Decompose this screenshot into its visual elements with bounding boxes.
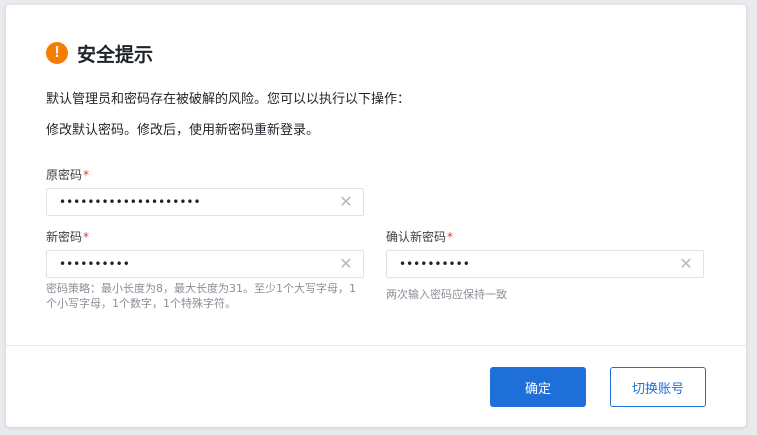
password-policy-hint: 密码策略：最小长度为8，最大长度为31。至少1个大写字母，1个小写字母，1个数字…	[46, 282, 356, 310]
warning-icon: !	[46, 42, 68, 64]
confirm-password-hint: 两次输入密码应保持一致	[386, 288, 507, 301]
new-password-field[interactable]: •••••••••• ✕	[46, 250, 364, 278]
clear-icon[interactable]: ✕	[339, 194, 353, 210]
new-password-label: 新密码*	[46, 228, 89, 245]
clear-icon[interactable]: ✕	[679, 256, 693, 272]
required-mark: *	[447, 230, 454, 244]
confirm-password-label-text: 确认新密码	[386, 230, 447, 244]
confirm-password-field[interactable]: •••••••••• ✕	[386, 250, 704, 278]
new-password-label-text: 新密码	[46, 230, 83, 244]
old-password-value: ••••••••••••••••••••	[59, 195, 201, 209]
required-mark: *	[83, 168, 90, 182]
old-password-label-text: 原密码	[46, 168, 83, 182]
confirm-password-label: 确认新密码*	[386, 228, 453, 245]
confirm-password-value: ••••••••••	[399, 257, 470, 271]
switch-account-button[interactable]: 切换账号	[610, 367, 706, 407]
required-mark: *	[83, 230, 90, 244]
confirm-button[interactable]: 确定	[490, 367, 586, 407]
new-password-value: ••••••••••	[59, 257, 130, 271]
dialog-title: 安全提示	[77, 43, 154, 66]
security-dialog: ! 安全提示 默认管理员和密码存在被破解的风险。您可以以执行以下操作： 修改默认…	[6, 5, 746, 427]
old-password-label: 原密码*	[46, 166, 89, 183]
clear-icon[interactable]: ✕	[339, 256, 353, 272]
footer-divider	[6, 345, 746, 346]
dialog-header: ! 安全提示	[46, 39, 153, 67]
dialog-description-1: 默认管理员和密码存在被破解的风险。您可以以执行以下操作：	[46, 92, 411, 107]
old-password-field[interactable]: •••••••••••••••••••• ✕	[46, 188, 364, 216]
dialog-description-2: 修改默认密码。修改后，使用新密码重新登录。	[46, 123, 320, 138]
